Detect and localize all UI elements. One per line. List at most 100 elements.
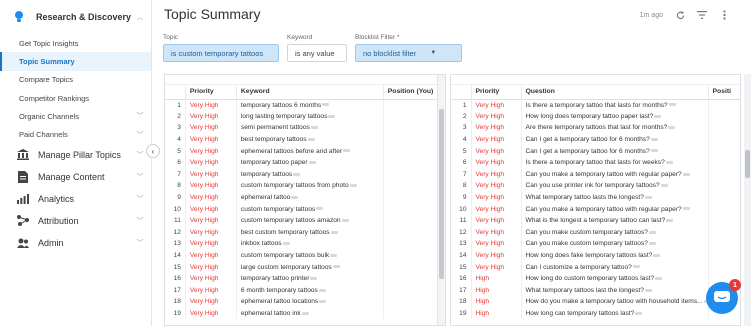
more-options-icon[interactable]: [291, 195, 299, 199]
table-row[interactable]: 19 High How long can temporary tattoos las…: [451, 307, 740, 320]
more-options-icon[interactable]: [644, 195, 652, 199]
more-options-icon[interactable]: [666, 218, 674, 222]
more-options-icon[interactable]: [655, 276, 663, 280]
table-row[interactable]: 17 Very High 6 month temporary tattoos: [165, 284, 445, 297]
table-row[interactable]: 19 Very High ephemeral tattoo ink: [165, 307, 445, 320]
more-options-icon[interactable]: [349, 184, 357, 188]
table-row[interactable]: 5 Very High ephemeral tattoos before and a…: [165, 145, 445, 157]
sidebar-item-paid-channels[interactable]: Paid Channels ﹀: [0, 125, 151, 143]
more-options-icon[interactable]: [632, 265, 640, 269]
more-options-icon[interactable]: [301, 311, 309, 315]
table-row[interactable]: 16 High How long do custom temporary tatto…: [451, 272, 740, 285]
sidebar-section-admin[interactable]: Admin ﹀: [0, 232, 151, 254]
more-options-icon[interactable]: [682, 172, 690, 176]
table-row[interactable]: 14 Very High How long does fake temporary …: [451, 249, 740, 262]
sidebar-section-manage-pillar-topics[interactable]: Manage Pillar Topics ﹀: [0, 144, 151, 166]
sidebar-item-topic-summary[interactable]: Topic Summary: [0, 52, 151, 71]
more-options-icon[interactable]: [332, 265, 340, 269]
table-row[interactable]: 8 Very High Can you use printer ink for te…: [451, 180, 740, 192]
table-row[interactable]: 9 Very High What temporary tattoo lasts th…: [451, 191, 740, 204]
table-row[interactable]: 8 Very High custom temporary tattoos from …: [165, 180, 445, 192]
more-options-icon[interactable]: [318, 288, 326, 292]
table-row[interactable]: 11 Very High custom temporary tattoos amaz…: [165, 214, 445, 227]
more-options-icon[interactable]: [330, 253, 338, 257]
more-options-icon[interactable]: [650, 149, 658, 153]
more-options-icon[interactable]: [682, 207, 690, 211]
table-row[interactable]: 1 Very High Is there a temporary tattoo th…: [451, 99, 740, 111]
table-row[interactable]: 14 Very High custom temporary tattoos bulk: [165, 249, 445, 262]
sidebar-item-compare-topics[interactable]: Compare Topics: [0, 71, 151, 89]
column-header-position[interactable]: Position (You): [383, 85, 445, 100]
scrollbar-thumb[interactable]: [745, 150, 750, 178]
more-options-icon[interactable]: [653, 253, 661, 257]
more-options-icon[interactable]: [308, 161, 316, 165]
table-row[interactable]: 13 Very High inkbox tattoos: [165, 238, 445, 250]
table-row[interactable]: 7 Very High temporary tattoos: [165, 168, 445, 181]
more-options-icon[interactable]: [648, 230, 656, 234]
scrollbar-thumb[interactable]: [439, 109, 444, 279]
table-row[interactable]: 10 Very High custom temporary tattoos: [165, 203, 445, 215]
collapse-sidebar-button[interactable]: ‹: [146, 144, 160, 158]
table-row[interactable]: 18 Very High ephemeral tattoo locations: [165, 296, 445, 308]
more-options-icon[interactable]: [654, 114, 662, 118]
more-options-icon[interactable]: [330, 230, 338, 234]
sidebar-header-research-discovery[interactable]: Research & Discovery ︿: [0, 0, 151, 34]
keyword-filter-chip[interactable]: is any value: [287, 44, 347, 62]
table-row[interactable]: 2 Very High How long does temporary tattoo…: [451, 110, 740, 123]
table-row[interactable]: 12 Very High best custom temporary tattoos: [165, 226, 445, 239]
column-header-position[interactable]: Positi: [708, 85, 740, 100]
page-scrollbar[interactable]: [744, 74, 751, 326]
topic-filter-chip[interactable]: is custom temporary tattoos: [163, 44, 279, 62]
more-options-icon[interactable]: [650, 137, 658, 141]
table-row[interactable]: 5 Very High Can I get a temporary tattoo f…: [451, 145, 740, 157]
more-options-icon[interactable]: [635, 311, 643, 315]
more-options-icon[interactable]: [648, 242, 656, 246]
table-row[interactable]: 3 Very High semi permanent tattoos: [165, 122, 445, 134]
table-row[interactable]: 15 Very High Can I customize a temporary t…: [451, 261, 740, 273]
table-row[interactable]: 10 Very High Can you make a temporary tatt…: [451, 203, 740, 215]
more-options-icon[interactable]: [307, 137, 315, 141]
more-options-icon[interactable]: [644, 288, 652, 292]
table-row[interactable]: 7 Very High Can you make a temporary tatto…: [451, 168, 740, 181]
filter-icon[interactable]: [697, 10, 707, 20]
more-options-icon[interactable]: [319, 300, 327, 304]
table-row[interactable]: 3 Very High Are there temporary tattoos th…: [451, 122, 740, 134]
more-options-icon[interactable]: [341, 218, 349, 222]
sidebar-item-competitor-rankings[interactable]: Competitor Rankings: [0, 89, 151, 107]
more-options-icon[interactable]: [343, 149, 351, 153]
sidebar-item-get-topic-insights[interactable]: Get Topic Insights: [0, 34, 151, 52]
chevron-up-icon[interactable]: ︿: [135, 12, 145, 22]
more-options-icon[interactable]: [316, 207, 324, 211]
table-row[interactable]: 1 Very High temporary tattoos 6 months: [165, 99, 445, 111]
more-options-icon[interactable]: [660, 184, 668, 188]
table-row[interactable]: 18 High How do you make a temporary tattoo…: [451, 296, 740, 308]
table-row[interactable]: 6 Very High Is there a temporary tattoo th…: [451, 156, 740, 169]
column-header-keyword[interactable]: Keyword: [236, 85, 384, 100]
table-row[interactable]: 6 Very High temporary tattoo paper: [165, 156, 445, 169]
column-header-priority[interactable]: Priority: [185, 85, 237, 100]
more-options-icon[interactable]: [282, 242, 290, 246]
table-row[interactable]: 16 Very High temporary tattoo printer: [165, 272, 445, 285]
blocklist-filter-dropdown[interactable]: no blocklist filter ▼: [355, 44, 462, 62]
table-row[interactable]: 4 Very High best temporary tattoos: [165, 133, 445, 146]
more-options-icon[interactable]: [665, 161, 673, 165]
column-header-question[interactable]: Question: [521, 85, 709, 100]
table-row[interactable]: 4 Very High Can I get a temporary tattoo f…: [451, 133, 740, 146]
more-options-icon[interactable]: [310, 126, 318, 130]
column-header-priority[interactable]: Priority: [471, 85, 522, 100]
more-options-icon[interactable]: [668, 126, 676, 130]
more-options-icon[interactable]: [328, 114, 336, 118]
table-row[interactable]: 17 High What temporary tattoos last the lo…: [451, 284, 740, 297]
sidebar-section-attribution[interactable]: Attribution ﹀: [0, 210, 151, 232]
sidebar-section-analytics[interactable]: Analytics ﹀: [0, 188, 151, 210]
more-options-icon[interactable]: [310, 276, 318, 280]
more-options-icon[interactable]: [668, 103, 676, 107]
table-row[interactable]: 13 Very High Can you make custom temporary…: [451, 238, 740, 250]
refresh-icon[interactable]: [675, 10, 685, 20]
table-row[interactable]: 11 Very High What is the longest a tempora…: [451, 214, 740, 227]
table-row[interactable]: 2 Very High long lasting temporary tattoos: [165, 110, 445, 123]
table-row[interactable]: 15 Very High large custom temporary tattoo…: [165, 261, 445, 273]
more-options-icon[interactable]: [293, 172, 301, 176]
sidebar-item-organic-channels[interactable]: Organic Channels ﹀: [0, 107, 151, 125]
more-vertical-icon[interactable]: [719, 10, 729, 20]
